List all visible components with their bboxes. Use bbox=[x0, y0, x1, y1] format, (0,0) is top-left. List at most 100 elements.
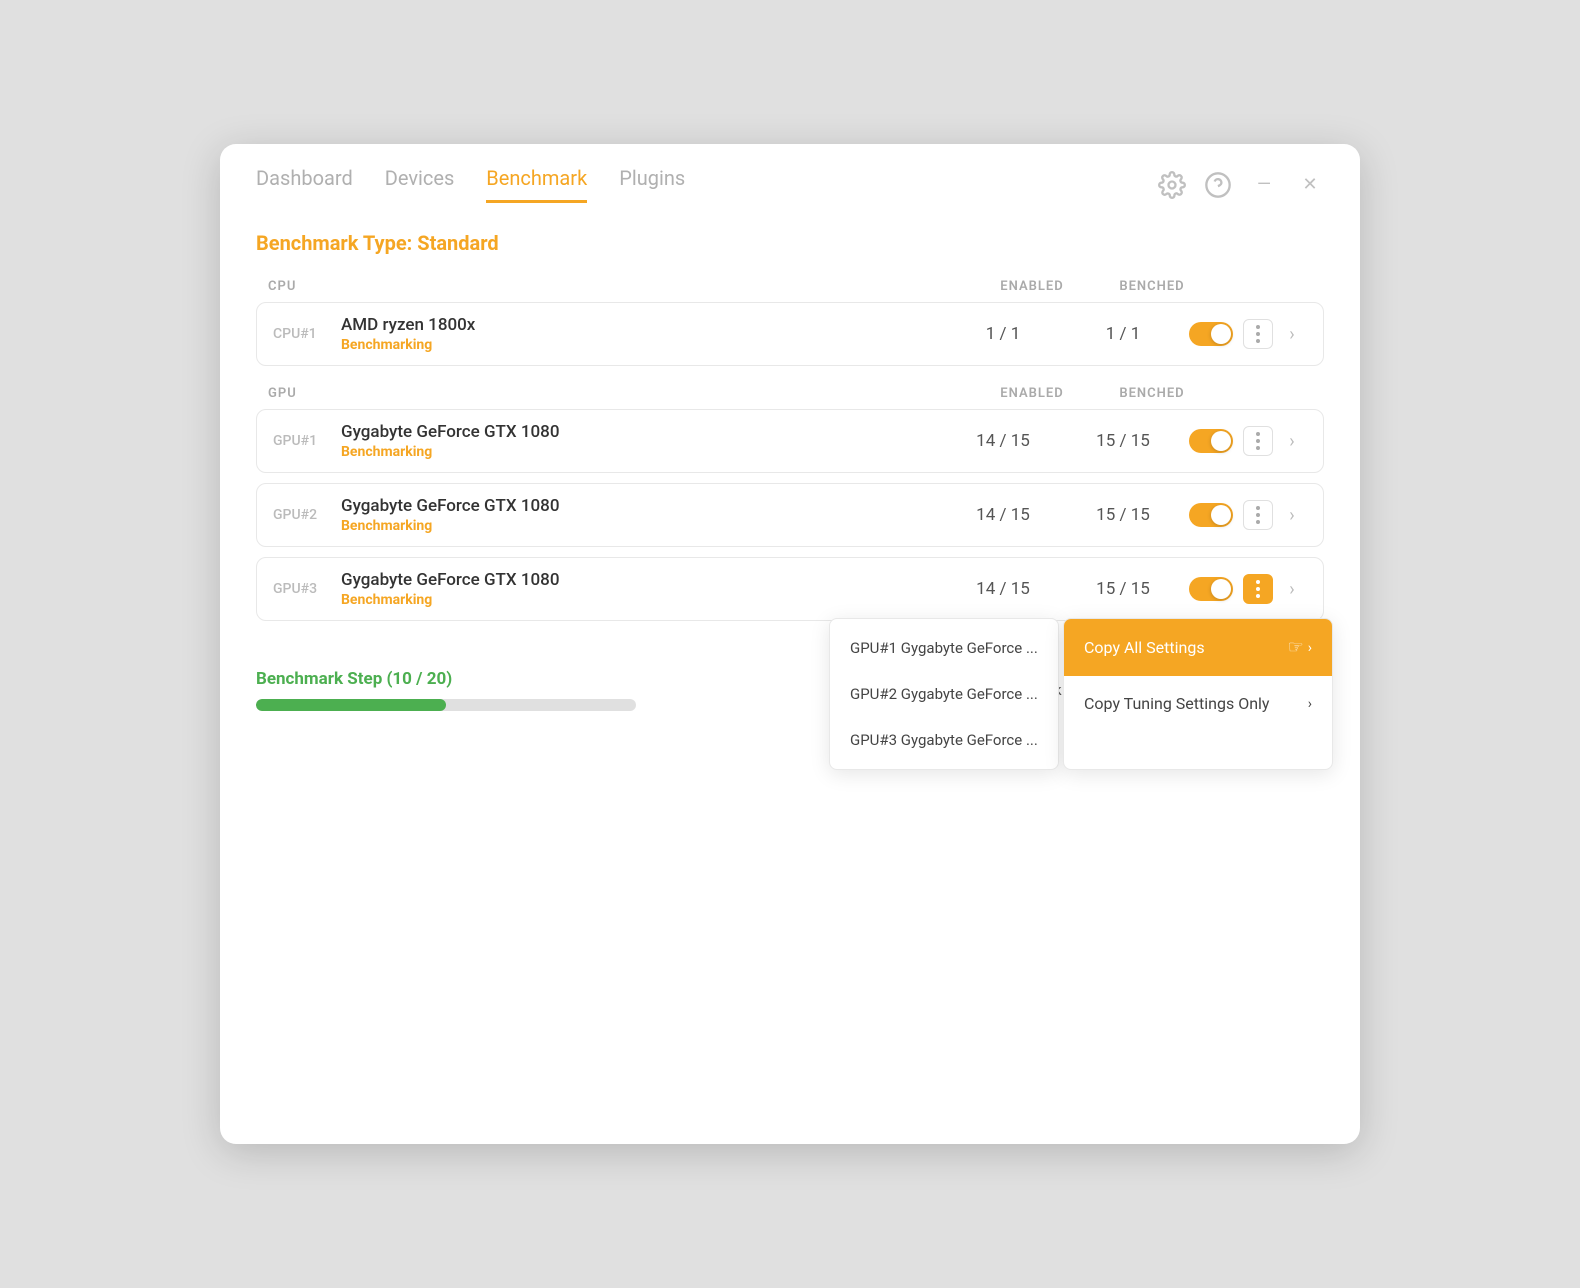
gpu1-name: Gygabyte GeForce GTX 1080 bbox=[341, 422, 943, 442]
cpu1-label: CPU#1 bbox=[273, 326, 333, 342]
copy-all-settings-button[interactable]: Copy All Settings ☞ › bbox=[1064, 619, 1332, 676]
gpu-section-header: GPU ENABLED BENCHED bbox=[256, 386, 1324, 401]
gpu3-status: Benchmarking bbox=[341, 592, 943, 608]
help-icon bbox=[1204, 171, 1232, 199]
gpu2-expand-button[interactable]: › bbox=[1277, 505, 1307, 526]
sub-device-item[interactable]: GPU#1 Gygabyte GeForce ... bbox=[830, 625, 1058, 671]
close-button[interactable]: ✕ bbox=[1296, 171, 1324, 199]
dot-icon bbox=[1256, 339, 1260, 343]
gpu2-info: Gygabyte GeForce GTX 1080 Benchmarking bbox=[341, 496, 943, 534]
minimize-icon: — bbox=[1257, 174, 1271, 195]
gpu1-info: Gygabyte GeForce GTX 1080 Benchmarking bbox=[341, 422, 943, 460]
gpu2-toggle[interactable] bbox=[1189, 503, 1233, 527]
sub-devices-menu: GPU#1 Gygabyte GeForce ... GPU#2 Gygabyt… bbox=[829, 618, 1059, 770]
cpu1-info: AMD ryzen 1800x Benchmarking bbox=[341, 315, 943, 353]
benchmark-step-label: Benchmark Step (10 / 20) bbox=[256, 669, 839, 689]
cpu-col-device: CPU bbox=[268, 279, 972, 294]
copy-menu: Copy All Settings ☞ › Copy Tuning Settin… bbox=[1063, 618, 1333, 770]
cpu-col-benched: BENCHED bbox=[1092, 279, 1212, 294]
table-row: GPU#3 Gygabyte GeForce GTX 1080 Benchmar… bbox=[256, 557, 1324, 621]
tab-devices[interactable]: Devices bbox=[385, 166, 455, 203]
gpu-section: GPU ENABLED BENCHED GPU#1 Gygabyte GeFor… bbox=[256, 386, 1324, 621]
gpu2-more-button[interactable] bbox=[1243, 500, 1273, 530]
chevron-right-icon: › bbox=[1289, 324, 1294, 345]
gpu2-status: Benchmarking bbox=[341, 518, 943, 534]
bottom-left: Benchmark Step (10 / 20) bbox=[256, 669, 839, 711]
gpu3-expand-button[interactable]: › bbox=[1277, 579, 1307, 600]
gpu3-toggle-area bbox=[1183, 577, 1239, 601]
gpu1-toggle-area bbox=[1183, 429, 1239, 453]
main-content: Benchmark Type: Standard CPU ENABLED BEN… bbox=[220, 203, 1360, 621]
gpu2-label: GPU#2 bbox=[273, 507, 333, 523]
chevron-right-icon: › bbox=[1289, 505, 1294, 526]
minimize-button[interactable]: — bbox=[1250, 171, 1278, 199]
dot-icon bbox=[1256, 587, 1260, 591]
gpu3-name: Gygabyte GeForce GTX 1080 bbox=[341, 570, 943, 590]
progress-bar-bg bbox=[256, 699, 636, 711]
titlebar: Dashboard Devices Benchmark Plugins — bbox=[220, 144, 1360, 203]
tab-benchmark[interactable]: Benchmark bbox=[486, 166, 587, 203]
tab-plugins[interactable]: Plugins bbox=[619, 166, 685, 203]
copy-tuning-settings-label: Copy Tuning Settings Only bbox=[1084, 694, 1270, 713]
dot-icon bbox=[1256, 332, 1260, 336]
gpu3-dots-area bbox=[1239, 574, 1277, 604]
gpu1-expand-button[interactable]: › bbox=[1277, 431, 1307, 452]
dot-icon bbox=[1256, 520, 1260, 524]
gpu1-enabled: 14 / 15 bbox=[943, 431, 1063, 451]
gpu1-status: Benchmarking bbox=[341, 444, 943, 460]
gpu2-dots-area bbox=[1239, 500, 1277, 530]
cpu1-toggle-area bbox=[1183, 322, 1239, 346]
cpu-section-header: CPU ENABLED BENCHED bbox=[256, 279, 1324, 294]
gpu1-label: GPU#1 bbox=[273, 433, 333, 449]
gpu-col-device: GPU bbox=[268, 386, 972, 401]
gpu1-toggle[interactable] bbox=[1189, 429, 1233, 453]
dot-icon bbox=[1256, 439, 1260, 443]
context-menu-area: GPU#1 Gygabyte GeForce ... GPU#2 Gygabyt… bbox=[829, 618, 1333, 770]
table-row: GPU#2 Gygabyte GeForce GTX 1080 Benchmar… bbox=[256, 483, 1324, 547]
gpu2-name: Gygabyte GeForce GTX 1080 bbox=[341, 496, 943, 516]
cpu1-expand-button[interactable]: › bbox=[1277, 324, 1307, 345]
gpu3-info: Gygabyte GeForce GTX 1080 Benchmarking bbox=[341, 570, 943, 608]
dot-icon bbox=[1256, 513, 1260, 517]
copy-all-settings-label: Copy All Settings bbox=[1084, 638, 1205, 657]
dot-icon bbox=[1256, 506, 1260, 510]
nav-tabs: Dashboard Devices Benchmark Plugins bbox=[256, 166, 685, 203]
cpu1-benched: 1 / 1 bbox=[1063, 324, 1183, 344]
gear-icon bbox=[1158, 171, 1186, 199]
dot-icon bbox=[1256, 580, 1260, 584]
dot-icon bbox=[1256, 325, 1260, 329]
cpu1-name: AMD ryzen 1800x bbox=[341, 315, 943, 335]
sub-device-item[interactable]: GPU#3 Gygabyte GeForce ... bbox=[830, 717, 1058, 763]
dot-icon bbox=[1256, 446, 1260, 450]
cursor-icon: ☞ bbox=[1288, 637, 1304, 658]
cpu-section: CPU ENABLED BENCHED CPU#1 AMD ryzen 1800… bbox=[256, 279, 1324, 366]
app-window: Dashboard Devices Benchmark Plugins — bbox=[220, 144, 1360, 1144]
gpu2-benched: 15 / 15 bbox=[1063, 505, 1183, 525]
gpu1-more-button[interactable] bbox=[1243, 426, 1273, 456]
help-button[interactable] bbox=[1204, 171, 1232, 199]
cpu1-enabled: 1 / 1 bbox=[943, 324, 1063, 344]
chevron-right-icon: › bbox=[1308, 640, 1312, 656]
window-controls: — ✕ bbox=[1158, 171, 1324, 199]
cpu1-more-button[interactable] bbox=[1243, 319, 1273, 349]
dot-icon bbox=[1256, 594, 1260, 598]
close-icon: ✕ bbox=[1302, 174, 1317, 195]
benchmark-type-value: Standard bbox=[417, 231, 498, 255]
gpu2-toggle-area bbox=[1183, 503, 1239, 527]
copy-tuning-settings-button[interactable]: Copy Tuning Settings Only › bbox=[1064, 676, 1332, 731]
gpu1-benched: 15 / 15 bbox=[1063, 431, 1183, 451]
table-row: GPU#1 Gygabyte GeForce GTX 1080 Benchmar… bbox=[256, 409, 1324, 473]
cpu1-status: Benchmarking bbox=[341, 337, 943, 353]
gpu3-toggle[interactable] bbox=[1189, 577, 1233, 601]
gpu1-dots-area bbox=[1239, 426, 1277, 456]
chevron-right-icon: › bbox=[1289, 579, 1294, 600]
settings-button[interactable] bbox=[1158, 171, 1186, 199]
sub-device-item[interactable]: GPU#2 Gygabyte GeForce ... bbox=[830, 671, 1058, 717]
cpu1-toggle[interactable] bbox=[1189, 322, 1233, 346]
table-row: CPU#1 AMD ryzen 1800x Benchmarking 1 / 1… bbox=[256, 302, 1324, 366]
gpu2-enabled: 14 / 15 bbox=[943, 505, 1063, 525]
gpu3-more-button[interactable] bbox=[1243, 574, 1273, 604]
progress-bar-fill bbox=[256, 699, 446, 711]
benchmark-type-label: Benchmark Type: Standard bbox=[256, 231, 1324, 255]
tab-dashboard[interactable]: Dashboard bbox=[256, 166, 353, 203]
